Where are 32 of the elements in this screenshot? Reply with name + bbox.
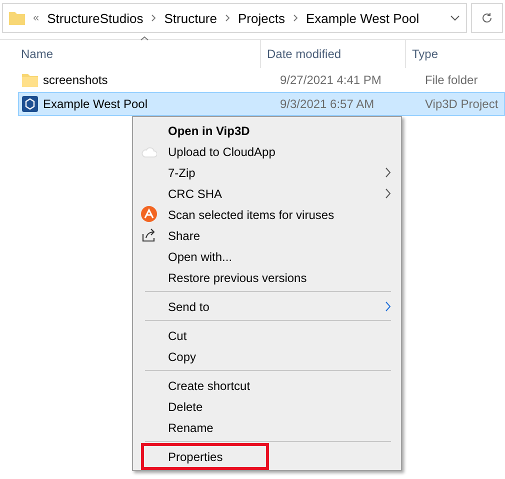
- menu-item[interactable]: Restore previous versions: [135, 267, 399, 288]
- menu-item[interactable]: Copy: [135, 346, 399, 367]
- column-header[interactable]: Type: [406, 40, 505, 68]
- breadcrumb[interactable]: Example West Pool: [306, 10, 420, 26]
- file-name: screenshots: [43, 73, 108, 87]
- menu-item[interactable]: Send to: [135, 296, 399, 317]
- type-cell-text: Vip3D Project: [425, 97, 500, 111]
- menu-item[interactable]: Properties: [144, 446, 266, 467]
- column-header[interactable]: Name: [0, 40, 261, 68]
- type-cell-text: File folder: [425, 73, 479, 87]
- breadcrumb[interactable]: StructureStudios: [47, 10, 144, 26]
- breadcrumb[interactable]: Projects: [238, 10, 285, 26]
- file-row[interactable]: Example West Pool 9/3/2021 6:57 AM Vip3D Project: [18, 92, 505, 116]
- file-row[interactable]: screenshots 9/27/2021 4:41 PM File folder: [18, 68, 505, 92]
- address-bar[interactable]: « StructureStudios Structure Projects Example West Pool: [2, 3, 467, 33]
- menu-item[interactable]: 7-Zip: [135, 162, 399, 183]
- column-header[interactable]: Date modified: [261, 40, 406, 68]
- menu-item[interactable]: CRC SHA: [135, 183, 399, 204]
- breadcrumb[interactable]: Structure: [164, 10, 217, 26]
- menu-item[interactable]: Cut: [135, 325, 399, 346]
- date-cell-text: 9/27/2021 4:41 PM: [280, 73, 382, 87]
- menu-item[interactable]: Open with...: [135, 246, 399, 267]
- menu-item[interactable]: Scan selected items for viruses: [135, 204, 399, 225]
- menu-item[interactable]: Open in Vip3D: [135, 120, 399, 141]
- overflow-chevron[interactable]: «: [33, 12, 40, 24]
- menu-item[interactable]: Upload to CloudApp: [135, 141, 399, 162]
- menu-item[interactable]: Delete: [135, 396, 399, 417]
- menu-item[interactable]: Create shortcut: [135, 375, 399, 396]
- menu-item[interactable]: Rename: [135, 417, 399, 438]
- date-cell-text: 9/3/2021 6:57 AM: [280, 97, 376, 111]
- file-name: Example West Pool: [43, 97, 148, 111]
- menu-item[interactable]: Share: [135, 225, 399, 246]
